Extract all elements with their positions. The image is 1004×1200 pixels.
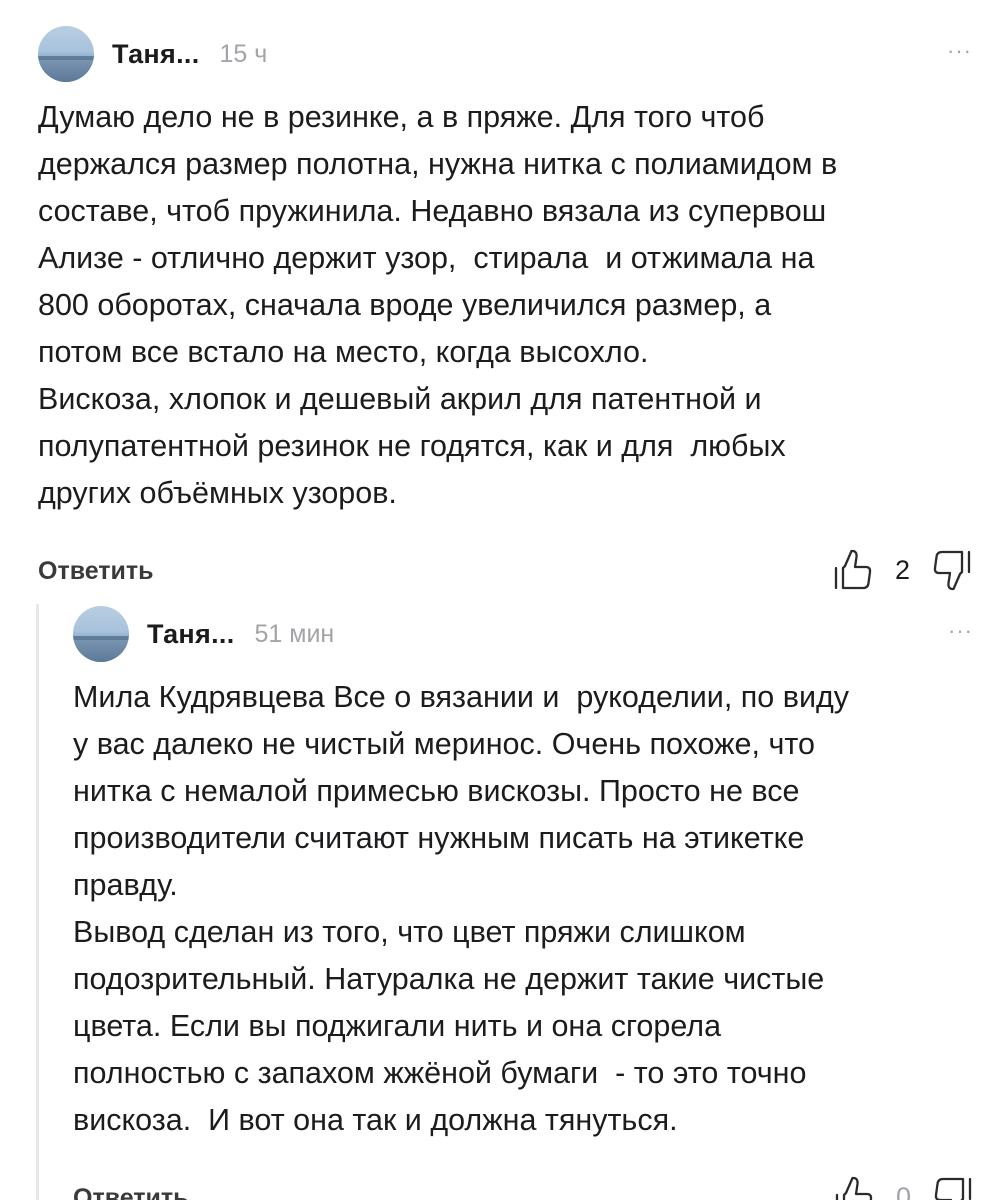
comment-text: Думаю дело не в резинке, а в пряже. Для …: [38, 100, 838, 510]
thumbs-down-icon[interactable]: [932, 548, 972, 592]
more-options-icon[interactable]: ···: [948, 620, 973, 642]
comments-page: Таня... 15 ч ··· Думаю дело не в резинке…: [0, 0, 1004, 1200]
comment-header: Таня... 51 мин ···: [73, 606, 973, 662]
thumbs-up-icon[interactable]: [833, 548, 873, 592]
comment-time: 51 мин: [254, 619, 335, 648]
like-count: 0: [895, 1181, 911, 1200]
reply-button[interactable]: Ответить: [73, 1184, 189, 1200]
reply-comment: Таня... 51 мин ··· Мила Кудрявцева Все о…: [73, 606, 973, 1200]
vote-controls: 0: [834, 1172, 973, 1200]
author-name[interactable]: Таня...: [147, 619, 235, 650]
thumbs-down-icon[interactable]: [933, 1175, 973, 1200]
comment: Таня... 15 ч ··· Думаю дело не в резинке…: [38, 26, 972, 595]
comment-time: 15 ч: [219, 39, 268, 68]
more-options-icon[interactable]: ···: [947, 40, 972, 62]
vote-controls: 2: [833, 545, 972, 595]
thumbs-up-icon[interactable]: [834, 1175, 874, 1200]
comment-header: Таня... 15 ч ···: [38, 26, 972, 82]
comment-text: Мила Кудрявцева Все о вязании и рукодели…: [73, 680, 850, 1137]
reply-button[interactable]: Ответить: [38, 557, 154, 586]
avatar[interactable]: [38, 26, 94, 82]
author-name[interactable]: Таня...: [112, 39, 200, 70]
comment-footer: Ответить 0: [73, 1172, 973, 1200]
comment-footer: Ответить 2: [38, 545, 972, 595]
thread-line: [36, 604, 39, 1200]
like-count: 2: [894, 554, 910, 585]
avatar[interactable]: [73, 606, 129, 662]
